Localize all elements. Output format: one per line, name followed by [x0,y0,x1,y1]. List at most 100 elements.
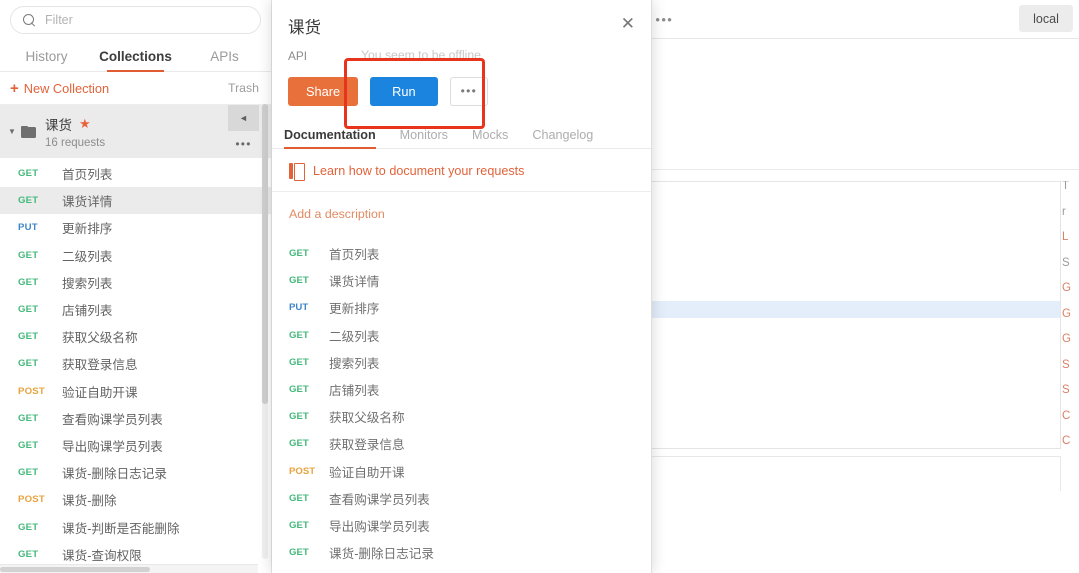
environment-selector[interactable]: local [1019,5,1073,32]
request-name: 课货-删除日志记录 [62,467,167,482]
sidebar-tab-apis[interactable]: APIs [180,49,269,71]
request-list-item[interactable]: GET 店铺列表 [0,296,271,323]
modal-tab-changelog[interactable]: Changelog [520,128,605,148]
request-name: 课货详情 [62,195,113,210]
modal-request-item[interactable]: PUT 更新排序 [272,294,651,321]
sidebar-tab-history[interactable]: History [2,49,91,71]
snippet-item[interactable]: G [1062,333,1079,346]
modal-request-item[interactable]: GET 店铺列表 [272,376,651,403]
star-icon[interactable]: ★ [79,116,91,132]
modal-request-item[interactable]: POST 验证自助开课 [272,458,651,485]
collection-name-row: 课货 ★ [45,114,105,134]
filter-container: Filter [0,0,271,34]
collection-info: 课货 ★ 16 requests [45,114,105,149]
new-collection-label: New Collection [23,80,110,96]
request-list-item[interactable]: GET 查看购课学员列表 [0,405,271,432]
modal-request-item[interactable]: GET 首页列表 [272,240,651,267]
snippets-panel[interactable]: TrLSGGGSSCC [1062,181,1079,449]
request-list-item[interactable]: POST 课货-删除 [0,486,271,513]
close-icon[interactable]: ✕ [621,15,635,32]
request-name: 课货-删除日志记录 [329,547,434,562]
request-method: GET [18,548,39,560]
search-input[interactable]: Filter [10,6,261,34]
request-method: GET [289,384,309,396]
modal-tab-documentation[interactable]: Documentation [272,128,388,149]
request-name: 二级列表 [329,329,380,344]
add-description-link[interactable]: Add a description [289,207,385,221]
request-method: GET [18,358,39,370]
request-method: GET [18,439,39,451]
collection-header[interactable]: ▼ 课货 ★ 16 requests ◄ ••• [0,105,271,158]
request-list-item[interactable]: GET 课货详情 [0,187,271,215]
request-method: GET [289,329,309,341]
request-list-item[interactable]: GET 课货-删除日志记录 [0,459,271,486]
snippet-item[interactable]: S [1062,384,1079,397]
request-method: GET [18,304,39,316]
request-list-item[interactable]: PUT 更新排序 [0,214,271,241]
learn-documentation-banner[interactable]: Learn how to document your requests [272,150,651,192]
request-method: GET [18,276,39,288]
request-name: 验证自助开课 [329,465,405,480]
modal-tab-mocks[interactable]: Mocks [460,128,520,148]
sidebar-vertical-scrollbar[interactable] [262,104,268,559]
modal-request-item[interactable]: GET 获取登录信息 [272,430,651,457]
snippet-item[interactable]: S [1062,359,1079,372]
search-placeholder: Filter [45,13,73,27]
modal-tab-monitors[interactable]: Monitors [388,128,460,148]
run-button[interactable]: Run [370,77,438,106]
request-name: 店铺列表 [329,384,380,399]
modal-request-item[interactable]: GET 查看购课学员列表 [272,485,651,512]
snippet-item[interactable]: L [1062,231,1079,244]
share-button[interactable]: Share [288,77,359,106]
modal-request-item[interactable]: GET 获取父级名称 [272,403,651,430]
modal-request-item[interactable]: GET 导出购课学员列表 [272,512,651,539]
request-list-item[interactable]: GET 搜索列表 [0,269,271,296]
book-icon [289,162,305,181]
request-list-item[interactable]: GET 二级列表 [0,242,271,269]
new-collection-button[interactable]: + New Collection [10,81,109,96]
modal-more-button[interactable]: ••• [449,77,489,106]
snippet-item[interactable]: C [1062,435,1079,448]
request-method: GET [289,248,309,260]
modal-tabs: Documentation Monitors Mocks Changelog [272,124,651,149]
request-method: GET [289,547,309,559]
request-name: 课货-查询权限 [62,548,142,563]
request-method: GET [18,412,39,424]
modal-request-item[interactable]: GET 课货详情 [272,267,651,294]
trash-button[interactable]: Trash [228,81,259,95]
request-list-item[interactable]: GET 获取登录信息 [0,350,271,377]
search-icon [23,13,36,27]
collection-more-button[interactable]: ••• [228,131,259,157]
request-list-item[interactable]: GET 课货-判断是否能删除 [0,513,271,540]
sidebar-tab-collections[interactable]: Collections [91,49,180,72]
request-method: GET [289,492,309,504]
postman-window: Filter History Collections APIs + New Co… [0,0,1079,573]
modal-title: 课货 [288,19,321,37]
snippet-item[interactable]: G [1062,308,1079,321]
snippet-item[interactable]: S [1062,257,1079,270]
request-name: 二级列表 [62,249,113,264]
request-name: 导出购课学员列表 [62,439,163,454]
request-list-item[interactable]: GET 课货-查询权限 [0,541,271,564]
snippet-item[interactable]: r [1062,206,1079,219]
request-list-item[interactable]: GET 首页列表 [0,160,271,187]
modal-request-item[interactable]: GET 二级列表 [272,322,651,349]
learn-documentation-link[interactable]: Learn how to document your requests [313,164,524,178]
modal-request-item[interactable]: GET 搜索列表 [272,349,651,376]
snippet-item[interactable]: C [1062,410,1079,423]
request-name: 查看购课学员列表 [329,492,430,507]
chevron-down-icon[interactable]: ▼ [8,127,21,136]
plus-icon: + [10,79,19,97]
request-list-item[interactable]: GET 导出购课学员列表 [0,432,271,459]
request-list-item[interactable]: GET 获取父级名称 [0,323,271,350]
sidebar-horizontal-scrollbar[interactable] [0,564,258,573]
modal-request-item[interactable]: GET 课货-删除日志记录 [272,539,651,566]
snippet-item[interactable]: G [1062,282,1079,295]
collapse-sidebar-button[interactable]: ◄ [228,105,259,131]
request-name: 搜索列表 [62,276,113,291]
tab-menu-icon[interactable]: ••• [649,0,680,38]
snippet-item[interactable]: T [1062,181,1079,193]
request-list-item[interactable]: POST 验证自助开课 [0,378,271,405]
new-collection-row: + New Collection Trash [0,72,271,105]
request-method: POST [289,465,316,477]
